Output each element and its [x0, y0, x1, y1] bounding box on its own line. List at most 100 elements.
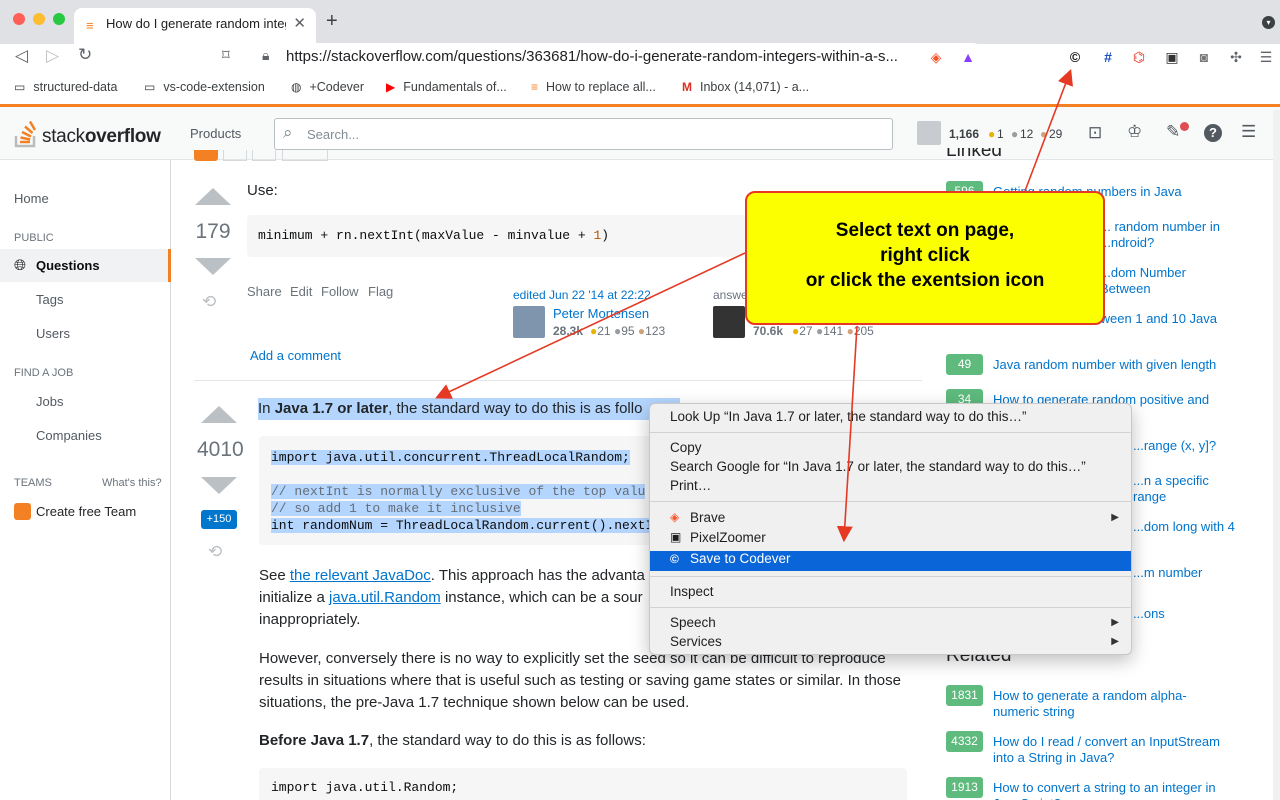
- code-line: // so add 1 to make it inclusive: [271, 501, 521, 516]
- linked-question-link[interactable]: Java random number with given length: [993, 357, 1243, 373]
- share-link[interactable]: Share: [247, 284, 282, 299]
- intro-bold: Java 1.7 or later: [274, 400, 389, 417]
- bounty-badge[interactable]: +150: [201, 510, 237, 529]
- codever-extension-icon[interactable]: ©: [1067, 49, 1083, 65]
- help-icon[interactable]: ?: [1204, 124, 1222, 142]
- linked-question-link[interactable]: ...dom long with 4: [1133, 519, 1243, 535]
- site-search-input[interactable]: [274, 118, 893, 150]
- menu-item-print[interactable]: Print…: [670, 478, 711, 493]
- hashtag-extension-icon[interactable]: #: [1100, 49, 1116, 65]
- browser-menu-icon[interactable]: ☰: [1258, 49, 1274, 65]
- browser-tab[interactable]: ≡ How do I generate random integ ✕: [74, 8, 316, 44]
- create-free-team-link[interactable]: Create free Team: [36, 504, 136, 519]
- sitemap-extension-icon[interactable]: ⌬: [1131, 49, 1147, 65]
- linked-question-link[interactable]: ...range (x, y]?: [1133, 438, 1243, 454]
- bookmark-inbox[interactable]: M Inbox (14,071) - a...: [682, 80, 809, 94]
- pixelzoomer-extension-icon[interactable]: ▣: [1164, 49, 1180, 65]
- close-tab-icon[interactable]: ✕: [293, 14, 306, 32]
- menu-item-lookup[interactable]: Look Up “In Java 1.7 or later, the stand…: [670, 409, 1026, 424]
- tab-search-icon[interactable]: ▾: [1262, 16, 1275, 29]
- nav-jobs[interactable]: Jobs: [36, 394, 63, 409]
- upvote-button[interactable]: [195, 188, 231, 205]
- tag-partial: [252, 150, 276, 161]
- downvote-button[interactable]: [195, 258, 231, 275]
- inbox-icon[interactable]: ⊡: [1088, 123, 1102, 143]
- new-tab-button[interactable]: +: [326, 10, 338, 33]
- linked-question-link[interactable]: ...ons: [1133, 606, 1243, 622]
- history-icon[interactable]: ⟲: [208, 542, 222, 562]
- add-comment-link[interactable]: Add a comment: [250, 348, 341, 363]
- nav-users[interactable]: Users: [36, 326, 70, 341]
- upvote-button[interactable]: [201, 406, 237, 423]
- so-logo-icon[interactable]: [14, 118, 40, 148]
- reload-button[interactable]: ↻: [78, 45, 92, 65]
- camera-extension-icon[interactable]: ◙: [1196, 49, 1212, 65]
- products-menu[interactable]: Products: [190, 126, 241, 141]
- brave-rewards-icon[interactable]: ▲: [960, 49, 976, 65]
- reputation-count[interactable]: 1,166: [949, 127, 979, 141]
- linked-question-link[interactable]: ... random number in ...ndroid?: [1100, 219, 1240, 251]
- editor-avatar[interactable]: [513, 306, 545, 338]
- bookmark-replace-all[interactable]: ≡ How to replace all...: [531, 80, 656, 94]
- downvote-button[interactable]: [201, 477, 237, 494]
- flag-link[interactable]: Flag: [368, 284, 393, 299]
- selected-intro-text[interactable]: In Java 1.7 or later, the standard way t…: [258, 398, 680, 420]
- javadoc-link[interactable]: the relevant JavaDoc: [290, 567, 431, 584]
- menu-item-brave[interactable]: Brave: [690, 510, 725, 525]
- nav-questions-label: Questions: [36, 258, 100, 273]
- java-util-random-link[interactable]: java.util.Random: [329, 589, 441, 606]
- follow-link[interactable]: Follow: [321, 284, 359, 299]
- para-text: initialize a: [259, 589, 330, 606]
- pixelzoomer-icon: ▣: [670, 530, 682, 544]
- url-text[interactable]: https://stackoverflow.com/questions/3636…: [286, 48, 906, 65]
- nav-companies[interactable]: Companies: [36, 428, 102, 443]
- menu-item-copy[interactable]: Copy: [670, 440, 702, 455]
- editor-name[interactable]: Peter Mortensen: [553, 306, 649, 321]
- site-switcher-icon[interactable]: ☰: [1241, 122, 1256, 142]
- answer-paragraph-1: See the relevant JavaDoc. This approach …: [259, 565, 654, 631]
- extensions-puzzle-icon[interactable]: ✣: [1228, 49, 1244, 65]
- review-queue-icon[interactable]: ✎: [1166, 122, 1180, 142]
- teams-whats-this-link[interactable]: What's this?: [102, 477, 162, 489]
- bookmark-fundamentals[interactable]: ▶ Fundamentals of...: [386, 80, 507, 94]
- maximize-window-button[interactable]: [53, 13, 65, 25]
- linked-question-link[interactable]: ...m number: [1133, 565, 1243, 581]
- user-avatar[interactable]: [917, 121, 941, 145]
- bookmark-codever[interactable]: ◍ +Codever: [291, 80, 364, 94]
- folder-icon: ▭: [14, 80, 26, 94]
- bookmark-page-icon[interactable]: ⌑: [222, 46, 230, 64]
- achievements-trophy-icon[interactable]: ♔: [1127, 122, 1142, 142]
- so-logo-text[interactable]: stackoverflow: [42, 126, 161, 148]
- page-scrollbar[interactable]: [1273, 110, 1280, 800]
- answerer-reputation: 70.6k: [753, 324, 784, 338]
- menu-item-speech[interactable]: Speech: [670, 615, 716, 630]
- edited-timestamp[interactable]: edited Jun 22 '14 at 22:22: [513, 288, 651, 302]
- answerer-avatar[interactable]: [713, 306, 745, 338]
- brave-icon: ◈: [670, 510, 680, 524]
- menu-item-pixelzoomer[interactable]: PixelZoomer: [690, 530, 766, 545]
- back-button[interactable]: ◁: [15, 46, 28, 66]
- code-text: minimum + rn.nextInt(maxValue - minvalue…: [258, 228, 594, 243]
- menu-item-search-google[interactable]: Search Google for “In Java 1.7 or later,…: [670, 459, 1086, 474]
- code-line: import java.util.concurrent.ThreadLocalR…: [271, 450, 630, 465]
- nav-tags[interactable]: Tags: [36, 292, 63, 307]
- bookmark-folder-structured-data[interactable]: ▭ structured-data: [14, 80, 117, 94]
- bookmark-folder-vs-code-extension[interactable]: ▭ vs-code-extension: [144, 80, 265, 94]
- edit-link[interactable]: Edit: [290, 284, 312, 299]
- related-question-link[interactable]: How do I read / convert an InputStream i…: [993, 734, 1233, 766]
- bronze-badge-count: 29: [1049, 127, 1063, 141]
- menu-item-services[interactable]: Services: [670, 634, 722, 649]
- linked-question-link[interactable]: ...dom Number Between: [1100, 265, 1240, 297]
- linked-question-link[interactable]: ...n a specific range: [1133, 473, 1243, 505]
- forward-button[interactable]: ▷: [46, 46, 59, 66]
- related-question-link[interactable]: How to generate a random alpha-numeric s…: [993, 688, 1223, 720]
- minimize-window-button[interactable]: [33, 13, 45, 25]
- history-icon[interactable]: ⟲: [202, 292, 216, 312]
- related-question-link[interactable]: How to convert a string to an integer in…: [993, 780, 1233, 800]
- menu-item-inspect[interactable]: Inspect: [670, 584, 714, 599]
- nav-home[interactable]: Home: [14, 191, 49, 206]
- brave-shields-icon[interactable]: ◈: [928, 49, 944, 65]
- close-window-button[interactable]: [13, 13, 25, 25]
- related-count: 1831: [946, 685, 983, 706]
- lock-icon[interactable]: 🔒︎: [262, 47, 269, 64]
